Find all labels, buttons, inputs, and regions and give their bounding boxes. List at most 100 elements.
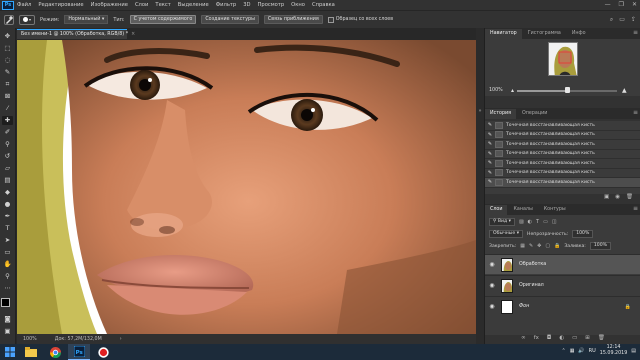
history-item[interactable]: ✎ Точечная восстанавливающая кисть [485,169,640,178]
zoom-tool-icon[interactable]: ⚲ [2,272,13,281]
menu-edit[interactable]: Редактирование [38,2,83,8]
chrome-taskbar-icon[interactable] [44,344,66,360]
history-brush-icon[interactable]: ✎ [485,151,495,157]
history-brush-icon[interactable]: ✎ [485,132,495,138]
dodge-tool-icon[interactable]: ● [2,200,13,209]
quick-selection-tool-icon[interactable]: ✎ [2,68,13,77]
visibility-eye-icon[interactable]: ◉ [485,303,499,310]
delete-state-icon[interactable]: 🗑 [626,194,633,203]
gradient-tool-icon[interactable]: ▤ [2,176,13,185]
panel-menu-icon[interactable]: ≡ [633,29,638,36]
history-item-active[interactable]: ✎ Точечная восстанавливающая кисть [485,178,640,188]
file-explorer-taskbar-icon[interactable] [20,344,42,360]
new-layer-icon[interactable]: ⊞ [585,335,590,344]
tab-layers[interactable]: Слои [485,205,508,215]
layer-row[interactable]: ◉ Оригинал [485,275,640,295]
history-brush-icon[interactable]: ✎ [485,141,495,147]
sample-all-layers-checkbox[interactable]: Образец со всех слоев [327,16,393,23]
layer-mask-icon[interactable]: ◘ [547,335,551,344]
filter-adjustment-icon[interactable]: ◐ [528,219,532,225]
navigator-thumbnail[interactable] [548,42,578,76]
filter-shape-icon[interactable]: ▭ [543,219,548,225]
menu-window[interactable]: Окно [291,2,305,8]
layer-style-icon[interactable]: fx [534,335,539,344]
canvas[interactable] [17,40,476,334]
start-button[interactable] [0,344,20,360]
lock-transparent-icon[interactable]: ▦ [520,243,525,249]
filter-type-icon[interactable]: T [536,219,539,225]
menu-view[interactable]: Просмотр [258,2,285,8]
panel-collapse-icon[interactable]: » [478,108,481,114]
menu-file[interactable]: Файл [17,2,31,8]
lock-artboard-icon[interactable]: ▢ [545,243,550,249]
create-texture-button[interactable]: Создание текстуры [201,15,259,24]
clone-stamp-tool-icon[interactable]: ⚲ [2,140,13,149]
adjustment-layer-icon[interactable]: ◐ [559,335,564,344]
history-item[interactable]: ✎ Точечная восстанавливающая кисть [485,121,640,131]
status-zoom[interactable]: 100% [23,337,37,342]
language-indicator[interactable]: RU [589,348,596,354]
menu-3d[interactable]: 3D [243,2,250,8]
crop-tool-icon[interactable]: ⌗ [2,80,13,89]
layer-row[interactable]: ◉ Фон 🔒 [485,296,640,316]
pen-tool-icon[interactable]: ✒ [2,212,13,221]
move-tool-icon[interactable]: ✥ [2,32,13,41]
history-brush-tool-icon[interactable]: ↺ [2,152,13,161]
brush-tool-icon[interactable]: ✐ [2,128,13,137]
record-taskbar-icon[interactable] [92,344,114,360]
new-group-icon[interactable]: ▭ [572,335,577,344]
volume-icon[interactable]: 🔊 [578,348,584,354]
share-icon[interactable]: ⇪ [631,16,636,24]
close-button[interactable]: ✕ [632,1,637,8]
checkbox-box[interactable] [327,16,334,23]
tab-actions[interactable]: Операции [517,109,552,119]
history-brush-icon[interactable]: ✎ [485,179,495,185]
frame-tool-icon[interactable]: ⊠ [2,92,13,101]
brush-preset-picker[interactable]: ▾ [19,14,35,25]
tab-info[interactable]: Инфо [567,29,591,39]
panel-menu-icon[interactable]: ≡ [633,205,638,212]
lock-image-icon[interactable]: ✎ [529,243,533,249]
zoom-out-icon[interactable]: ▴ [511,87,514,94]
search-icon[interactable]: ⌕ [610,16,613,24]
tab-channels[interactable]: Каналы [508,205,537,215]
foreground-color-swatch[interactable] [0,298,10,307]
tab-history[interactable]: История [485,109,517,119]
navigator-zoom-slider[interactable] [517,87,617,93]
shape-tool-icon[interactable]: ▭ [2,248,13,257]
lasso-tool-icon[interactable]: ◌ [2,56,13,65]
new-document-from-state-icon[interactable]: ▣ [604,194,609,203]
history-brush-icon[interactable]: ✎ [485,122,495,128]
proximity-match-button[interactable]: Связь приближения [263,15,323,24]
opacity-field[interactable]: 100% [572,230,594,238]
tray-chevron-icon[interactable]: ⌃ [561,348,565,354]
visibility-eye-icon[interactable]: ◉ [485,282,499,289]
menu-help[interactable]: Справка [312,2,335,8]
quick-mask-icon[interactable]: ◙ [2,315,13,324]
panel-menu-icon[interactable]: ≡ [633,109,638,116]
minimize-button[interactable]: — [605,1,611,8]
content-aware-button[interactable]: С учетом содержимого [129,15,197,24]
hand-tool-icon[interactable]: ✋ [2,260,13,269]
eraser-tool-icon[interactable]: ▱ [2,164,13,173]
blur-tool-icon[interactable]: ◆ [2,188,13,197]
lock-position-icon[interactable]: ✥ [537,243,541,249]
history-item[interactable]: ✎ Точечная восстанавливающая кисть [485,150,640,159]
history-brush-icon[interactable]: ✎ [485,160,495,166]
screen-mode-icon[interactable]: ▣ [2,327,13,336]
filter-smart-object-icon[interactable]: ◫ [552,219,557,225]
visibility-eye-icon[interactable]: ◉ [485,261,499,268]
tab-navigator[interactable]: Навигатор [485,29,522,39]
history-item[interactable]: ✎ Точечная восстанавливающая кисть [485,140,640,150]
delete-layer-icon[interactable]: 🗑 [598,335,605,344]
snapshot-icon[interactable]: ◉ [615,194,620,203]
history-item[interactable]: ✎ Точечная восстанавливающая кисть [485,159,640,169]
workspace-icon[interactable]: ▭ [619,16,625,24]
link-layers-icon[interactable]: ∞ [521,335,526,344]
menu-image[interactable]: Изображение [91,2,128,8]
history-item[interactable]: ✎ Точечная восстанавливающая кисть [485,131,640,140]
blend-mode-select[interactable]: Обычные ▾ [489,230,524,238]
filter-pixel-icon[interactable]: ▨ [519,219,524,225]
lock-all-icon[interactable]: 🔒 [554,243,560,249]
photoshop-taskbar-icon[interactable]: Ps [68,344,90,360]
